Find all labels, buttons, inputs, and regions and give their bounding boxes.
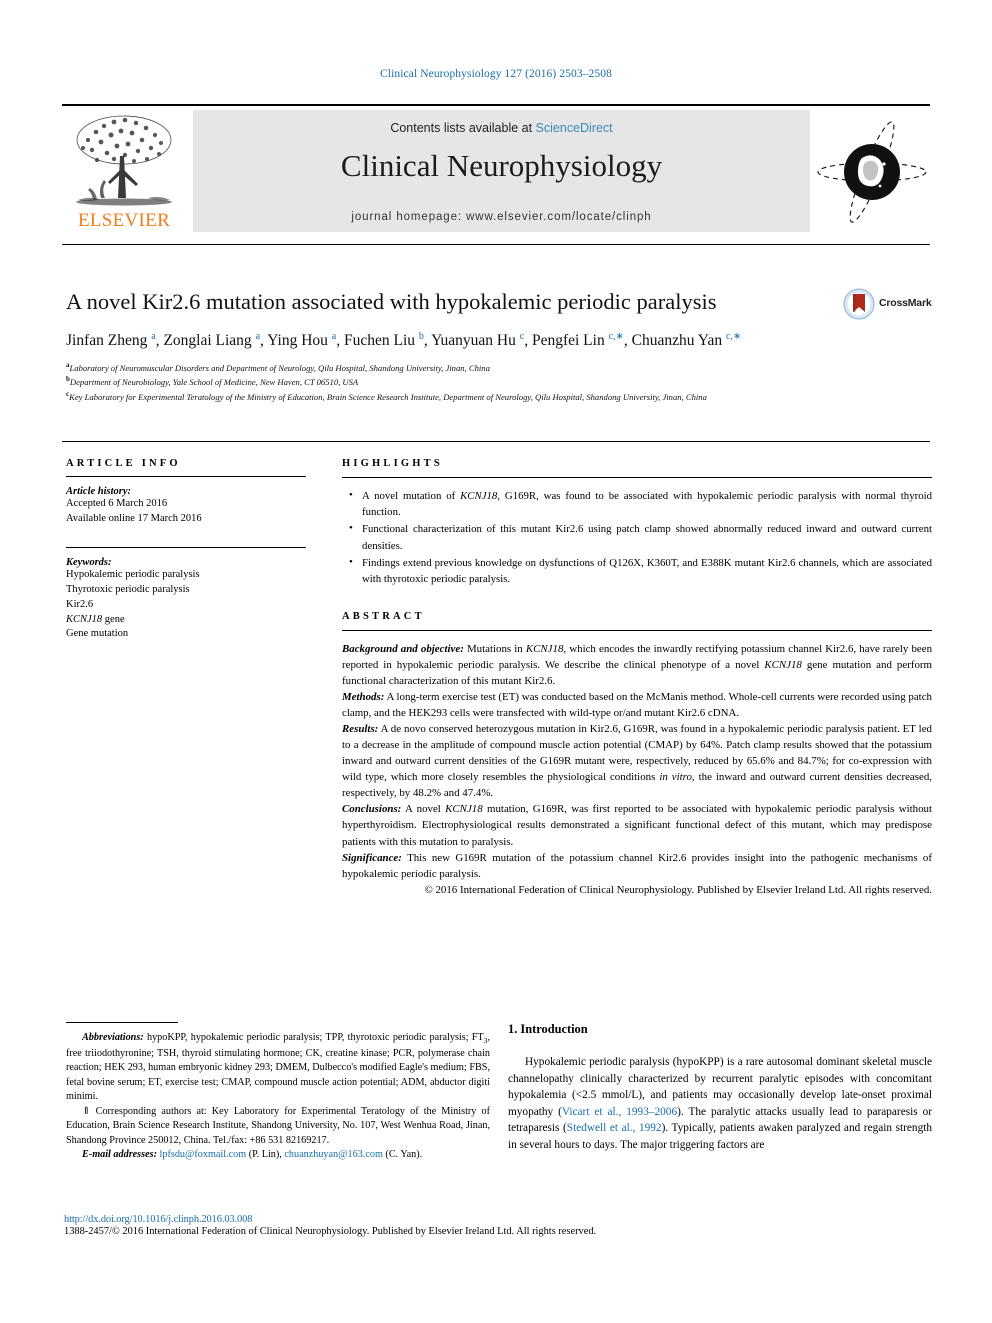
- footnotes-block: Abbreviations: hypoKPP, hypokalemic peri…: [66, 1022, 490, 1163]
- keyword-item: KCNJ18 gene: [66, 613, 125, 625]
- masthead-bottom-rule: [62, 244, 930, 245]
- masthead: ELSEVIER Contents lists available at Sci…: [62, 110, 930, 232]
- keyword-item: Hypokalemic periodic paralysis: [66, 568, 200, 580]
- affiliation-list: aLaboratory of Neuromuscular Disorders a…: [66, 360, 936, 403]
- keyword-item: Kir2.6: [66, 598, 94, 610]
- abstract-copyright: © 2016 International Federation of Clini…: [424, 883, 932, 896]
- abbreviations-note: Abbreviations: hypoKPP, hypokalemic peri…: [66, 1032, 490, 1103]
- clinical-neurophysiology-logo-icon: [817, 121, 927, 223]
- abstract-section: Methods: A long-term exercise test (ET) …: [342, 691, 932, 720]
- highlights-rule: [342, 477, 932, 478]
- crossmark-badge[interactable]: CrossMark: [843, 288, 939, 322]
- article-history-accepted: Accepted 6 March 2016: [66, 498, 168, 509]
- doi-link[interactable]: http://dx.doi.org/10.1016/j.clinph.2016.…: [64, 1214, 934, 1225]
- masthead-band: Contents lists available at ScienceDirec…: [193, 110, 810, 232]
- journal-reference-line: Clinical Neurophysiology 127 (2016) 2503…: [380, 68, 612, 80]
- highlight-item: Findings extend previous knowledge on dy…: [349, 554, 932, 587]
- affiliation-text-b: Department of Neurobiology, Yale School …: [69, 377, 359, 388]
- abstract-section: Background and objective: Mutations in K…: [342, 643, 933, 688]
- article-info-column: ARTICLE INFO Article history: Accepted 6…: [66, 458, 306, 642]
- footnote-rule: [66, 1022, 178, 1023]
- abstract-section: Significance: This new G169R mutation of…: [342, 851, 932, 880]
- issn-copyright-line: 1388-2457/© 2016 International Federatio…: [64, 1226, 597, 1237]
- sciencedirect-link[interactable]: ScienceDirect: [536, 121, 613, 135]
- author-list: Jinfan Zheng a, Zonglai Liang a, Ying Ho…: [66, 330, 936, 351]
- doi-block: http://dx.doi.org/10.1016/j.clinph.2016.…: [64, 1214, 934, 1237]
- affiliation-text-a: Laboratory of Neuromuscular Disorders an…: [69, 362, 490, 373]
- contents-prefix: Contents lists available at: [390, 121, 536, 135]
- introduction-paragraph: Hypokalemic periodic paralysis (hypoKPP)…: [508, 1056, 933, 1151]
- authors-inline: Jinfan Zheng a, Zonglai Liang a, Ying Ho…: [66, 331, 742, 350]
- keyword-item: Gene mutation: [66, 628, 129, 640]
- abstract-section: Conclusions: A novel KCNJ18 mutation, G1…: [342, 803, 933, 848]
- keywords-rule: [66, 546, 306, 548]
- journal-homepage-link[interactable]: journal homepage: www.elsevier.com/locat…: [193, 211, 810, 223]
- introduction-heading: 1. Introduction: [508, 1022, 588, 1036]
- highlight-item: Functional characterization of this muta…: [349, 520, 932, 553]
- article-history-online: Available online 17 March 2016: [66, 512, 202, 524]
- paper-page: Clinical Neurophysiology 127 (2016) 2503…: [0, 0, 992, 1323]
- abstract-section: Results: A de novo conserved heterozygou…: [342, 723, 932, 800]
- email-note: E-mail addresses: lpfsdu@foxmail.com (P.…: [82, 1149, 423, 1161]
- affiliation-c: cKey Laboratory for Experimental Teratol…: [66, 389, 936, 403]
- abstract-heading: ABSTRACT: [342, 611, 425, 623]
- info-section-top-rule: [62, 441, 930, 442]
- crossmark-label: CrossMark: [879, 297, 932, 309]
- corresponding-author-note: ⇑ Corresponding authors at: Key Laborato…: [66, 1105, 490, 1146]
- abstract-body: Background and objective: Mutations in K…: [342, 641, 932, 898]
- highlights-abstract-column: HIGHLIGHTS A novel mutation of KCNJ18, G…: [342, 458, 932, 898]
- affiliation-text-c: Key Laboratory for Experimental Teratolo…: [69, 391, 707, 402]
- article-history-label: Article history:: [66, 486, 132, 497]
- affiliation-a: aLaboratory of Neuromuscular Disorders a…: [66, 360, 936, 374]
- introduction-section: 1. Introduction Hypokalemic periodic par…: [508, 1022, 932, 1154]
- elsevier-logo: ELSEVIER: [62, 110, 186, 232]
- crossmark-icon: [843, 288, 875, 320]
- elsevier-tree-icon: [76, 115, 172, 206]
- highlight-item: A novel mutation of KCNJ18, G169R, was f…: [349, 487, 932, 520]
- abstract-rule: [342, 630, 932, 632]
- article-info-heading: ARTICLE INFO: [66, 458, 181, 469]
- page-title: A novel Kir2.6 mutation associated with …: [66, 289, 717, 314]
- elsevier-wordmark: ELSEVIER: [77, 210, 171, 231]
- highlights-list: A novel mutation of KCNJ18, G169R, was f…: [342, 487, 932, 587]
- keywords-list: Hypokalemic periodic paralysis Thyrotoxi…: [66, 568, 306, 643]
- journal-title: Clinical Neurophysiology: [340, 148, 663, 183]
- article-info-rule: [66, 476, 306, 477]
- affiliation-b: bDepartment of Neurobiology, Yale School…: [66, 374, 936, 388]
- contents-available-line: Contents lists available at ScienceDirec…: [193, 121, 810, 135]
- keyword-item: Thyrotoxic periodic paralysis: [66, 583, 190, 595]
- masthead-top-rule: [62, 104, 930, 106]
- keywords-label: Keywords:: [66, 556, 112, 568]
- highlights-heading: HIGHLIGHTS: [342, 458, 443, 469]
